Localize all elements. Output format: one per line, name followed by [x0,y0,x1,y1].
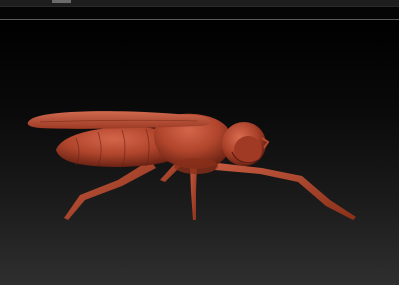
fly-leg-front [215,163,356,220]
3d-viewport[interactable] [0,20,399,285]
active-tab-indicator[interactable] [52,0,71,3]
fly-wing [27,111,211,129]
toolbar-strip [0,7,399,19]
fly-model[interactable] [27,111,356,220]
fly-leg-hind [64,160,156,220]
top-menu-bar [0,0,399,7]
sculpt-canvas[interactable] [0,20,399,285]
fly-head [222,122,270,166]
